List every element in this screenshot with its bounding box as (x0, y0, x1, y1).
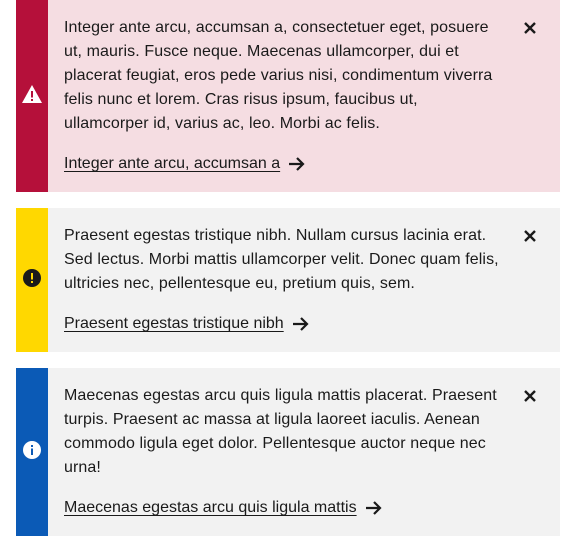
alert-info: Maecenas egestas arcu quis ligula mattis… (16, 368, 560, 536)
alert-content: Praesent egestas tristique nibh. Nullam … (48, 208, 560, 352)
alert-error: Integer ante arcu, accumsan a, consectet… (16, 0, 560, 192)
close-icon (524, 389, 536, 407)
arrow-right-icon (365, 500, 383, 516)
close-icon (524, 229, 536, 247)
alert-message: Integer ante arcu, accumsan a, consectet… (64, 19, 493, 132)
arrow-right-icon (288, 156, 306, 172)
close-button[interactable] (516, 224, 544, 252)
arrow-right-icon (292, 316, 310, 332)
alert-link-row: Praesent egestas tristique nibh (64, 312, 544, 336)
exclamation-circle-icon (23, 268, 41, 292)
alert-link-row: Maecenas egestas arcu quis ligula mattis (64, 496, 544, 520)
alert-warning: Praesent egestas tristique nibh. Nullam … (16, 208, 560, 352)
alert-link[interactable]: Praesent egestas tristique nibh (64, 312, 284, 336)
alert-content: Integer ante arcu, accumsan a, consectet… (48, 0, 560, 192)
alert-message: Maecenas egestas arcu quis ligula mattis… (64, 387, 497, 476)
alert-accent-bar (16, 208, 48, 352)
alert-accent-bar (16, 0, 48, 192)
close-icon (524, 21, 536, 39)
alert-message: Praesent egestas tristique nibh. Nullam … (64, 227, 499, 292)
info-circle-icon (23, 440, 41, 464)
alert-content: Maecenas egestas arcu quis ligula mattis… (48, 368, 560, 536)
close-button[interactable] (516, 384, 544, 412)
alert-link[interactable]: Integer ante arcu, accumsan a (64, 152, 280, 176)
alert-link[interactable]: Maecenas egestas arcu quis ligula mattis (64, 496, 357, 520)
alert-accent-bar (16, 368, 48, 536)
warning-triangle-icon (22, 84, 42, 108)
alert-link-row: Integer ante arcu, accumsan a (64, 152, 544, 176)
close-button[interactable] (516, 16, 544, 44)
